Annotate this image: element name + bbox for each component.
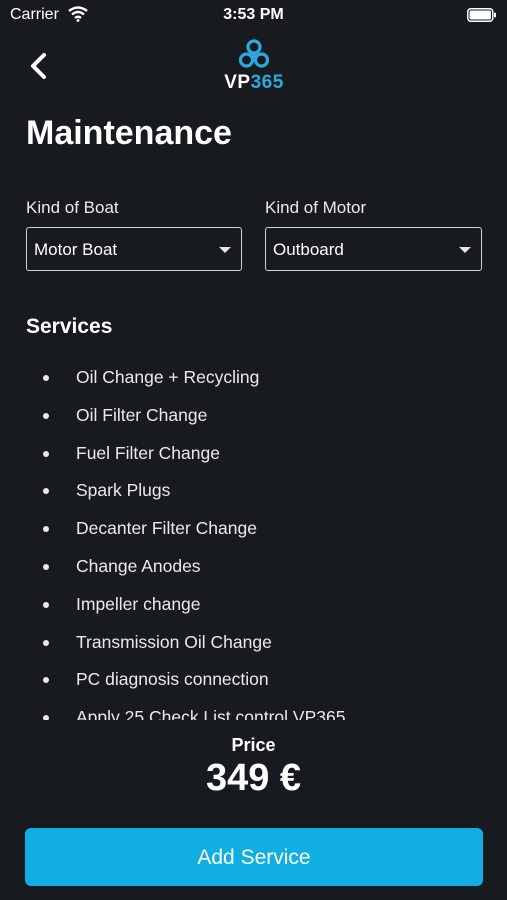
service-label: Oil Filter Change [76,404,208,425]
logo-text-vp: VP [224,72,251,93]
service-label: Oil Change + Recycling [76,367,260,387]
boat-kind-label: Kind of Boat [26,198,119,217]
list-item: Decanter Filter Change [26,509,486,547]
services-title: Services [26,315,113,338]
service-label: Apply 25 Check List control VP365 [76,707,346,720]
dropdown-arrow-icon [219,247,231,253]
service-label: Impeller change [76,593,201,614]
bullet-icon [43,677,49,684]
bullet-icon [43,375,49,381]
bullet-icon [43,563,49,570]
logo-text-365: 365 [250,72,284,93]
boat-kind-value: Motor Boat [34,240,118,259]
bullet-icon [43,639,49,646]
services-list[interactable]: Oil Change + Recycling Oil Filter Change… [26,358,486,720]
motor-kind-value: Outboard [273,240,344,259]
add-service-button[interactable]: Add Service [25,828,483,886]
list-item: Impeller change [26,585,486,623]
motor-kind-select[interactable]: Outboard [265,227,482,271]
boat-kind-select[interactable]: Motor Boat [26,227,242,271]
page-title: Maintenance [26,114,232,152]
service-label: Spark Plugs [76,480,171,501]
motor-kind-label: Kind of Motor [265,198,367,217]
list-item: Change Anodes [26,547,486,585]
list-item: PC diagnosis connection [26,660,486,698]
bullet-icon [43,601,49,608]
battery-icon [467,8,497,27]
status-bar: Carrier 3:53 PM [0,0,507,30]
bullet-icon [43,526,49,533]
service-label: Change Anodes [76,555,201,576]
back-button[interactable] [26,50,54,82]
service-label: Decanter Filter Change [76,518,257,539]
price-value: 349 € [205,757,302,799]
dropdown-arrow-icon [459,247,471,253]
list-item: Fuel Filter Change [26,434,486,472]
vp365-logo: VP365 [222,38,286,98]
bullet-icon [43,715,49,720]
list-item: Oil Filter Change [26,396,486,434]
list-item: Oil Change + Recycling [26,358,486,396]
service-label: PC diagnosis connection [76,669,269,690]
service-label: Transmission Oil Change [76,631,272,652]
propeller-icon [238,39,270,68]
list-item: Spark Plugs [26,471,486,509]
price-label: Price [231,735,276,755]
bullet-icon [43,412,49,419]
service-label: Fuel Filter Change [76,442,220,463]
clock: 3:53 PM [223,6,284,23]
list-item: Transmission Oil Change [26,623,486,661]
bullet-icon [43,488,49,495]
list-item: Apply 25 Check List control VP365 [26,698,486,720]
chevron-left-icon [31,53,46,79]
bullet-icon [43,450,49,457]
